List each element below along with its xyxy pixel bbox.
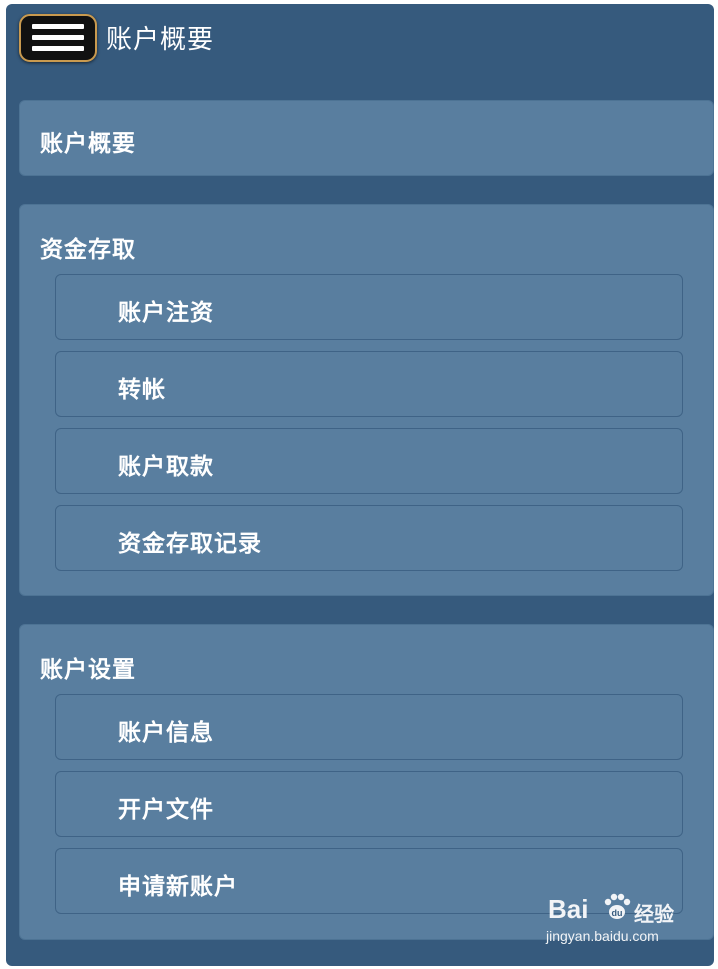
nav-item-label: 账户信息 xyxy=(118,720,214,746)
nav-item-transfer[interactable]: 转帐 xyxy=(55,351,683,417)
nav-item-account-info[interactable]: 账户信息 xyxy=(55,694,683,760)
hamburger-menu-icon-bar xyxy=(32,46,84,51)
menu-button[interactable] xyxy=(19,14,97,62)
nav-item-label: 账户注资 xyxy=(118,300,214,326)
nav-item-label: 账户取款 xyxy=(118,454,214,480)
app-frame: 账户概要 账户概要 资金存取 账户注资 转帐 账户取款 资金存取记录 账户设置 … xyxy=(6,4,714,966)
header-bar: 账户概要 xyxy=(6,4,714,84)
nav-item-account-overview[interactable]: 账户概要 xyxy=(19,100,714,176)
svg-text:du: du xyxy=(612,908,623,918)
watermark-url: jingyan.baidu.com xyxy=(546,928,659,944)
baidu-paw-icon: du xyxy=(604,893,631,919)
nav-section-funds: 资金存取 账户注资 转帐 账户取款 资金存取记录 xyxy=(19,204,714,596)
nav-item-deposit[interactable]: 账户注资 xyxy=(55,274,683,340)
nav-item-label: 申请新账户 xyxy=(118,874,238,900)
nav-section-title[interactable]: 资金存取 xyxy=(40,230,136,264)
nav-item-label: 转帐 xyxy=(118,377,166,403)
hamburger-menu-icon xyxy=(32,24,84,29)
watermark-brand: Bai xyxy=(548,894,589,924)
nav-item-label: 资金存取记录 xyxy=(118,531,262,557)
nav-item-account-documents[interactable]: 开户文件 xyxy=(55,771,683,837)
page-title: 账户概要 xyxy=(106,25,215,55)
nav-item-label: 开户文件 xyxy=(118,797,214,823)
nav-item-label: 账户概要 xyxy=(40,131,136,157)
nav-item-funds-history[interactable]: 资金存取记录 xyxy=(55,505,683,571)
hamburger-menu-icon-bar xyxy=(32,35,84,40)
baidu-jingyan-watermark: Bai du 经验 jingyan.baidu.com xyxy=(544,890,684,950)
nav-section-title[interactable]: 账户设置 xyxy=(40,650,136,684)
nav-item-withdraw[interactable]: 账户取款 xyxy=(55,428,683,494)
watermark-brand-suffix: 经验 xyxy=(634,902,674,926)
